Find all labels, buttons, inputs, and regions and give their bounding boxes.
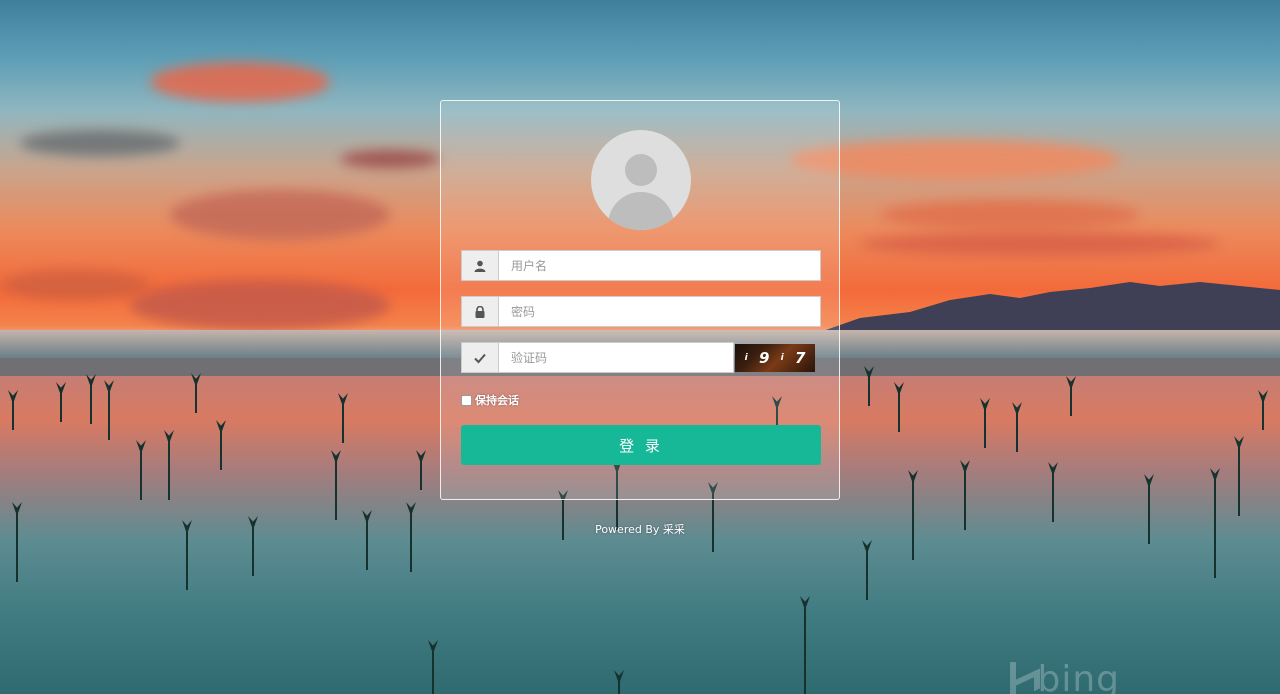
captcha-char: 9 — [758, 349, 770, 367]
cloud — [20, 130, 180, 156]
remember-checkbox[interactable] — [461, 394, 472, 406]
reed — [1148, 484, 1150, 544]
reed — [868, 376, 870, 406]
reed — [1016, 412, 1018, 452]
reed — [964, 470, 966, 530]
cloud — [860, 232, 1220, 256]
reed — [108, 390, 110, 440]
reed — [1238, 446, 1240, 516]
login-button[interactable]: 登 录 — [461, 425, 821, 465]
reed — [618, 680, 620, 694]
reed — [410, 512, 412, 572]
reed — [420, 460, 422, 490]
bing-watermark: bing — [1037, 659, 1120, 694]
avatar-body — [608, 192, 674, 230]
reed — [804, 606, 806, 694]
reed — [60, 392, 62, 422]
reed — [90, 384, 92, 424]
reed — [12, 400, 14, 430]
username-input[interactable] — [499, 251, 820, 280]
check-icon — [462, 343, 499, 372]
cloud — [880, 200, 1140, 230]
reed — [912, 480, 914, 560]
cloud — [0, 270, 150, 300]
reed — [195, 383, 197, 413]
reed — [252, 526, 254, 576]
cloud — [340, 150, 440, 168]
captcha-char: i — [744, 353, 748, 363]
user-icon — [462, 251, 499, 280]
login-form: i 9 i 7 保持会话 登 录 — [440, 100, 840, 500]
reed — [866, 550, 868, 600]
reed — [140, 450, 142, 500]
reed — [342, 403, 344, 443]
password-input[interactable] — [499, 297, 820, 326]
captcha-char: 7 — [794, 349, 806, 367]
reed — [898, 392, 900, 432]
avatar-head — [625, 154, 657, 186]
bing-logo-icon — [1010, 662, 1034, 694]
powered-by-text: Powered By 采采 — [595, 523, 685, 536]
reed — [1052, 472, 1054, 522]
reed — [1214, 478, 1216, 578]
reed — [16, 512, 18, 582]
avatar-placeholder-icon — [591, 130, 691, 230]
reed — [432, 650, 434, 694]
reed — [1070, 386, 1072, 416]
username-group — [461, 250, 821, 281]
mountain-silhouette — [820, 282, 1280, 336]
reed — [984, 408, 986, 448]
cloud — [130, 280, 390, 330]
password-group — [461, 296, 821, 327]
lock-icon — [462, 297, 499, 326]
reed — [168, 440, 170, 500]
reed — [186, 530, 188, 590]
captcha-input[interactable] — [499, 343, 733, 372]
reed — [366, 520, 368, 570]
captcha-char: i — [780, 353, 784, 363]
remember-session[interactable]: 保持会话 — [461, 392, 519, 408]
cloud — [170, 190, 390, 240]
captcha-group — [461, 342, 734, 373]
reed — [335, 460, 337, 520]
cloud — [150, 62, 330, 102]
reed — [1262, 400, 1264, 430]
remember-label: 保持会话 — [475, 394, 519, 407]
captcha-image[interactable]: i 9 i 7 — [735, 344, 815, 372]
reed — [220, 430, 222, 470]
